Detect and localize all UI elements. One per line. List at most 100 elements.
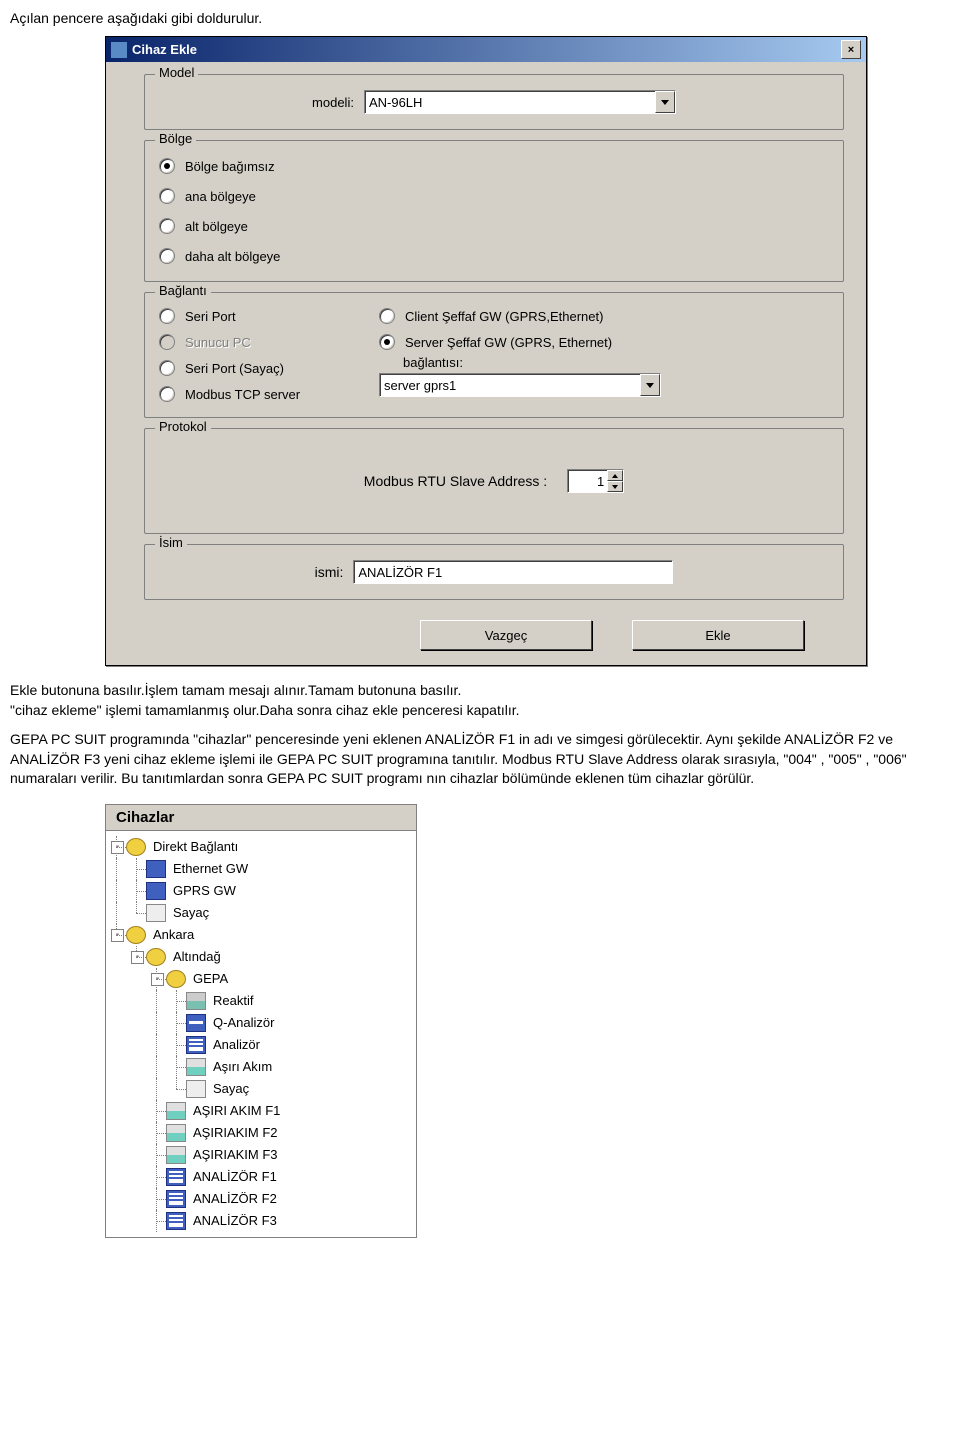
baglantisi-label: bağlantısı: <box>379 355 829 373</box>
modbus-address-spinner[interactable] <box>567 469 624 493</box>
radio-label: Seri Port <box>185 309 236 324</box>
radio-icon[interactable] <box>159 218 175 234</box>
folder-icon <box>166 970 186 988</box>
tree-body: -Direkt Bağlantı Ethernet GW GPRS GW Sayaç -… <box>106 831 416 1237</box>
eth-icon <box>146 860 166 878</box>
baglanti-modbustcp[interactable]: Modbus TCP server <box>159 381 359 407</box>
app-icon <box>111 42 127 58</box>
tree-item[interactable]: GPRS GW <box>106 880 416 902</box>
sayac-icon <box>186 1080 206 1098</box>
radio-icon[interactable] <box>159 248 175 264</box>
tree-panel: Cihazlar -Direkt BağlantıEthernet GWGPRS… <box>105 804 417 1238</box>
radio-icon[interactable] <box>379 308 395 324</box>
tree-item[interactable]: AŞIRI AKIM F1 <box>106 1100 416 1122</box>
radio-label: Bölge bağımsız <box>185 159 275 174</box>
spinner-down-icon[interactable] <box>607 481 623 492</box>
model-input[interactable] <box>365 95 655 110</box>
ok-button[interactable]: Ekle <box>632 620 804 650</box>
cancel-button[interactable]: Vazgeç <box>420 620 592 650</box>
asiri-icon <box>186 1058 206 1076</box>
baglantisi-input[interactable] <box>380 378 640 393</box>
radio-label: Server Şeffaf GW (GPRS, Ethernet) <box>405 335 612 350</box>
expander-icon[interactable]: - <box>151 973 164 986</box>
tree-item[interactable]: ANALİZÖR F2 <box>106 1188 416 1210</box>
tree-item[interactable]: AŞIRIAKIM F2 <box>106 1122 416 1144</box>
baglanti-seriport-sayac[interactable]: Seri Port (Sayaç) <box>159 355 359 381</box>
tree-item[interactable]: Sayaç <box>106 902 416 924</box>
tree-item[interactable]: Sayaç <box>106 1078 416 1100</box>
tree-label: GEPA <box>191 971 228 986</box>
gprs-icon <box>146 882 166 900</box>
analiz-icon <box>166 1212 186 1230</box>
baglanti-clientgw[interactable]: Client Şeffaf GW (GPRS,Ethernet) <box>379 303 829 329</box>
folder-icon <box>146 948 166 966</box>
sayac-icon <box>146 904 166 922</box>
tree-item[interactable]: Analizör <box>106 1034 416 1056</box>
radio-icon[interactable] <box>159 360 175 376</box>
tree-item[interactable]: Reaktif <box>106 990 416 1012</box>
radio-label: ana bölgeye <box>185 189 256 204</box>
close-button[interactable]: × <box>841 40 861 59</box>
expander-icon[interactable]: - <box>111 929 124 942</box>
chevron-down-icon[interactable] <box>655 91 675 113</box>
tree-item[interactable]: Ethernet GW <box>106 858 416 880</box>
radio-label: alt bölgeye <box>185 219 248 234</box>
tree-item[interactable]: - Altındağ <box>106 946 416 968</box>
tree-label: Ankara <box>151 927 194 942</box>
baglanti-fieldset: Bağlantı Seri Port Sunucu PC Seri Port (… <box>144 292 844 418</box>
bolge-option-2[interactable]: alt bölgeye <box>159 211 829 241</box>
folder-icon <box>126 838 146 856</box>
baglantisi-dropdown[interactable] <box>379 373 661 397</box>
tree-label: Sayaç <box>171 905 209 920</box>
model-dropdown[interactable] <box>364 90 676 114</box>
tree-label: Altındağ <box>171 949 221 964</box>
tree-label: Reaktif <box>211 993 253 1008</box>
tree-label: Q-Analizör <box>211 1015 274 1030</box>
spinner-up-icon[interactable] <box>607 470 623 481</box>
modbus-address-input[interactable] <box>568 470 607 492</box>
reaktif-icon <box>186 992 206 1010</box>
tree-label: Sayaç <box>211 1081 249 1096</box>
titlebar-left: Cihaz Ekle <box>111 42 197 58</box>
tree-item[interactable]: -Direkt Bağlantı <box>106 836 416 858</box>
expander-icon[interactable]: - <box>111 841 124 854</box>
dialog-body: Model modeli: Bölge Bölge bağımsız ana b… <box>106 62 866 665</box>
radio-icon[interactable] <box>159 386 175 402</box>
baglanti-seriport[interactable]: Seri Port <box>159 303 359 329</box>
bolge-option-0[interactable]: Bölge bağımsız <box>159 151 829 181</box>
chevron-down-icon[interactable] <box>640 374 660 396</box>
model-fieldset: Model modeli: <box>144 74 844 130</box>
radio-label: daha alt bölgeye <box>185 249 280 264</box>
radio-icon[interactable] <box>159 188 175 204</box>
asiri-icon <box>166 1124 186 1142</box>
bolge-legend: Bölge <box>155 131 196 146</box>
tree-label: Analizör <box>211 1037 260 1052</box>
tree-item[interactable]: Aşırı Akım <box>106 1056 416 1078</box>
tree-item[interactable]: AŞIRIAKIM F3 <box>106 1144 416 1166</box>
protokol-fieldset: Protokol Modbus RTU Slave Address : <box>144 428 844 534</box>
tree-label: AŞIRIAKIM F2 <box>191 1125 278 1140</box>
radio-icon[interactable] <box>159 158 175 174</box>
analiz-icon <box>186 1036 206 1054</box>
tree-item[interactable]: Q-Analizör <box>106 1012 416 1034</box>
tree-label: Ethernet GW <box>171 861 248 876</box>
baglanti-sunucupc: Sunucu PC <box>159 329 359 355</box>
isim-input[interactable] <box>353 560 673 584</box>
baglanti-servergw[interactable]: Server Şeffaf GW (GPRS, Ethernet) <box>379 329 829 355</box>
expander-icon[interactable]: - <box>131 951 144 964</box>
analiz-icon <box>166 1168 186 1186</box>
bolge-option-1[interactable]: ana bölgeye <box>159 181 829 211</box>
radio-label: Seri Port (Sayaç) <box>185 361 284 376</box>
tree-item[interactable]: - GEPA <box>106 968 416 990</box>
bolge-option-3[interactable]: daha alt bölgeye <box>159 241 829 271</box>
tree-item[interactable]: ANALİZÖR F1 <box>106 1166 416 1188</box>
radio-icon[interactable] <box>159 308 175 324</box>
radio-label: Modbus TCP server <box>185 387 300 402</box>
protokol-legend: Protokol <box>155 419 211 434</box>
protokol-label: Modbus RTU Slave Address : <box>364 473 547 489</box>
tree-item[interactable]: - Ankara <box>106 924 416 946</box>
analiz-icon <box>166 1190 186 1208</box>
radio-icon[interactable] <box>379 334 395 350</box>
body-paragraph: Ekle butonuna basılır.İşlem tamam mesajı… <box>10 681 950 789</box>
tree-item[interactable]: ANALİZÖR F3 <box>106 1210 416 1232</box>
